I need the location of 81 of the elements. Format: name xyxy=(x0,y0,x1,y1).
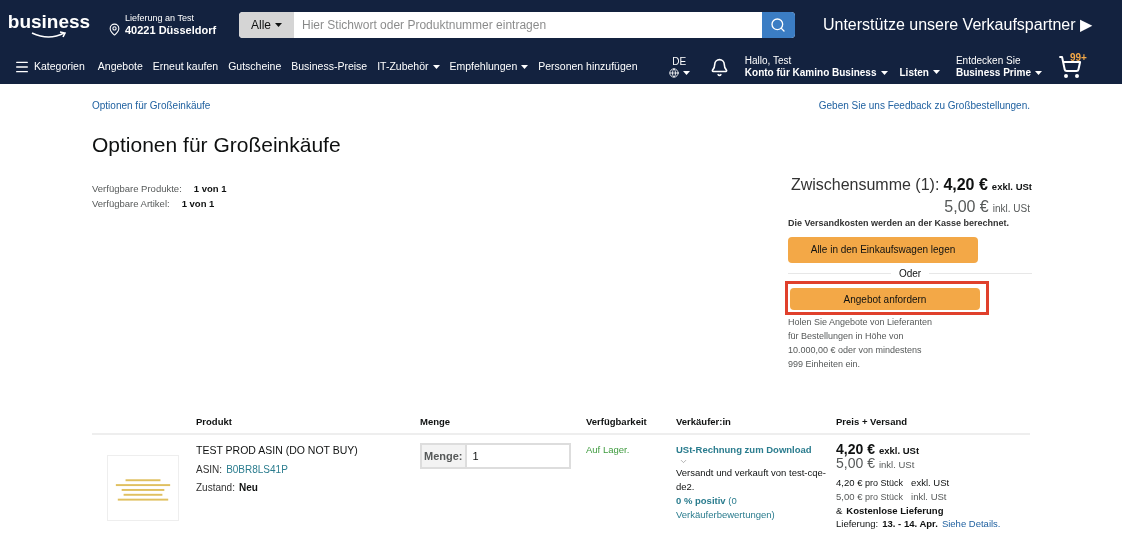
lists-menu[interactable]: Listen xyxy=(899,64,940,80)
caret-icon xyxy=(275,23,283,27)
language-code[interactable]: DE xyxy=(672,55,687,69)
product-name: TEST PROD ASIN (DO NOT BUY) xyxy=(196,443,359,459)
nav-link[interactable]: Empfehlungen xyxy=(449,59,529,75)
request-quote-button[interactable]: Angebot anfordern xyxy=(790,288,980,310)
smile-logo-icon xyxy=(30,30,68,39)
delivery-label: Lieferung an Test xyxy=(125,12,195,24)
account-greeting: Hallo, Test xyxy=(744,54,793,67)
add-all-to-cart-button[interactable]: Alle in den Einkaufswagen legen xyxy=(788,236,978,263)
nav-link[interactable]: Gutscheine xyxy=(228,59,282,75)
prime-teaser: Entdecken Sie xyxy=(955,54,1022,67)
subtotal-gross: 5,00 € xyxy=(944,197,989,217)
column-header: Verfügbarkeit xyxy=(586,415,648,429)
bell-icon[interactable] xyxy=(709,57,729,77)
delivery-date-label: Lieferung: xyxy=(836,517,879,531)
cart-count: 99+ xyxy=(1070,51,1087,65)
delivery-dates: 13. - 14. Apr. xyxy=(882,517,938,531)
quantity-label: Menge: xyxy=(420,443,467,470)
or-divider-text: Oder xyxy=(897,266,923,281)
stat-label: Verfügbare Produkte: xyxy=(92,181,182,196)
gross-tax-note: inkl. USt xyxy=(992,202,1030,216)
stat-label: Verfügbare Artikel: xyxy=(92,196,170,211)
net-tax-note: exkl. USt xyxy=(991,180,1032,194)
search-button[interactable] xyxy=(761,12,795,38)
asin-label: ASIN: xyxy=(196,463,223,477)
quantity-input[interactable]: 1 xyxy=(466,443,571,470)
caret-icon xyxy=(682,71,690,76)
condition-label: Zustand: xyxy=(196,481,235,495)
seller-info: Versandt und verkauft von test-cqe-de2. xyxy=(676,466,827,495)
price-gross-tax: inkl. USt xyxy=(878,458,915,472)
caret-icon xyxy=(1035,71,1042,76)
column-header: Produkt xyxy=(196,415,233,429)
price-net: 4,20 € xyxy=(836,443,875,457)
shipping-note: Die Versandkosten werden an der Kasse berechnet. xyxy=(788,217,1011,230)
free-shipping: Kostenlose Lieferung xyxy=(846,504,944,518)
stat-value: 1 von 1 xyxy=(181,196,215,211)
price-net-tax: exkl. USt xyxy=(878,444,920,458)
feedback-link[interactable]: Geben Sie uns Feedback zu Großbestellungen. xyxy=(818,98,1030,113)
category-dropdown[interactable]: Alle xyxy=(239,12,295,38)
nav-link[interactable]: Erneut kaufen xyxy=(152,59,219,75)
caret-icon xyxy=(880,71,888,76)
delivery-location[interactable]: 40221 Düsseldorf xyxy=(125,23,217,38)
column-header: Preis + Versand xyxy=(836,415,909,429)
invoice-link[interactable]: USt-Rechnung zum Download xyxy=(676,443,832,458)
account-menu[interactable]: Konto für Kamino Business xyxy=(744,67,888,80)
nav-link[interactable]: Business-Preise xyxy=(291,59,368,75)
availability-status: Auf Lager. xyxy=(586,443,631,458)
details-link[interactable]: Siehe Details. xyxy=(941,517,1001,531)
unit-price: 4,20 € pro Stück xyxy=(836,476,904,491)
nav-link[interactable]: IT-Zubehör xyxy=(377,59,440,75)
condition-value: Neu xyxy=(238,481,258,495)
subtotal-label: Zwischensumme (1): xyxy=(790,175,940,195)
logo[interactable]: business xyxy=(7,11,91,31)
column-header: Verkäufer:in xyxy=(676,415,732,429)
breadcrumb-link[interactable]: Optionen für Großeinkäufe xyxy=(92,98,211,113)
page-title: Optionen für Großeinkäufe xyxy=(92,132,341,158)
seller-rating: 0 % positiv (0 Verkäuferbewertungen) xyxy=(676,494,776,523)
asin-link[interactable]: B0BR8LS41P xyxy=(226,462,288,477)
search-field[interactable]: Alle Hier Stichwort oder Produktnummer eintragen xyxy=(239,12,795,38)
search-icon xyxy=(770,17,787,33)
quote-note: Holen Sie Angebote von Lieferanten für Bestellungen in Höhe von 10.000,00 € oder von mindestens 999 Einheiten ein. xyxy=(788,316,934,371)
categories-menu[interactable]: Kategorien xyxy=(14,59,85,75)
price-gross: 5,00 € xyxy=(836,457,875,471)
caret-icon xyxy=(521,65,529,69)
location-pin-icon xyxy=(108,22,121,36)
unit-tax-note: exkl. USt xyxy=(911,476,950,490)
nav-link[interactable]: Personen hinzufügen xyxy=(538,59,638,75)
unit-price: 5,00 € pro Stück xyxy=(836,490,904,505)
menu-icon xyxy=(14,59,30,75)
promo-link[interactable]: Unterstütze unsere Verkaufspartner ▶ xyxy=(822,13,1092,37)
column-header: Menge xyxy=(420,415,452,429)
globe-icon xyxy=(668,68,679,79)
ampersand: & xyxy=(836,504,843,518)
caret-icon xyxy=(432,65,440,69)
subtotal-net: 4,20 € xyxy=(943,175,988,195)
unit-tax-note: inkl. USt xyxy=(911,490,947,504)
stat-value: 1 von 1 xyxy=(193,181,227,196)
nav-link[interactable]: Angebote xyxy=(97,59,143,75)
caret-icon xyxy=(932,70,940,74)
prime-menu[interactable]: Business Prime xyxy=(955,67,1042,80)
